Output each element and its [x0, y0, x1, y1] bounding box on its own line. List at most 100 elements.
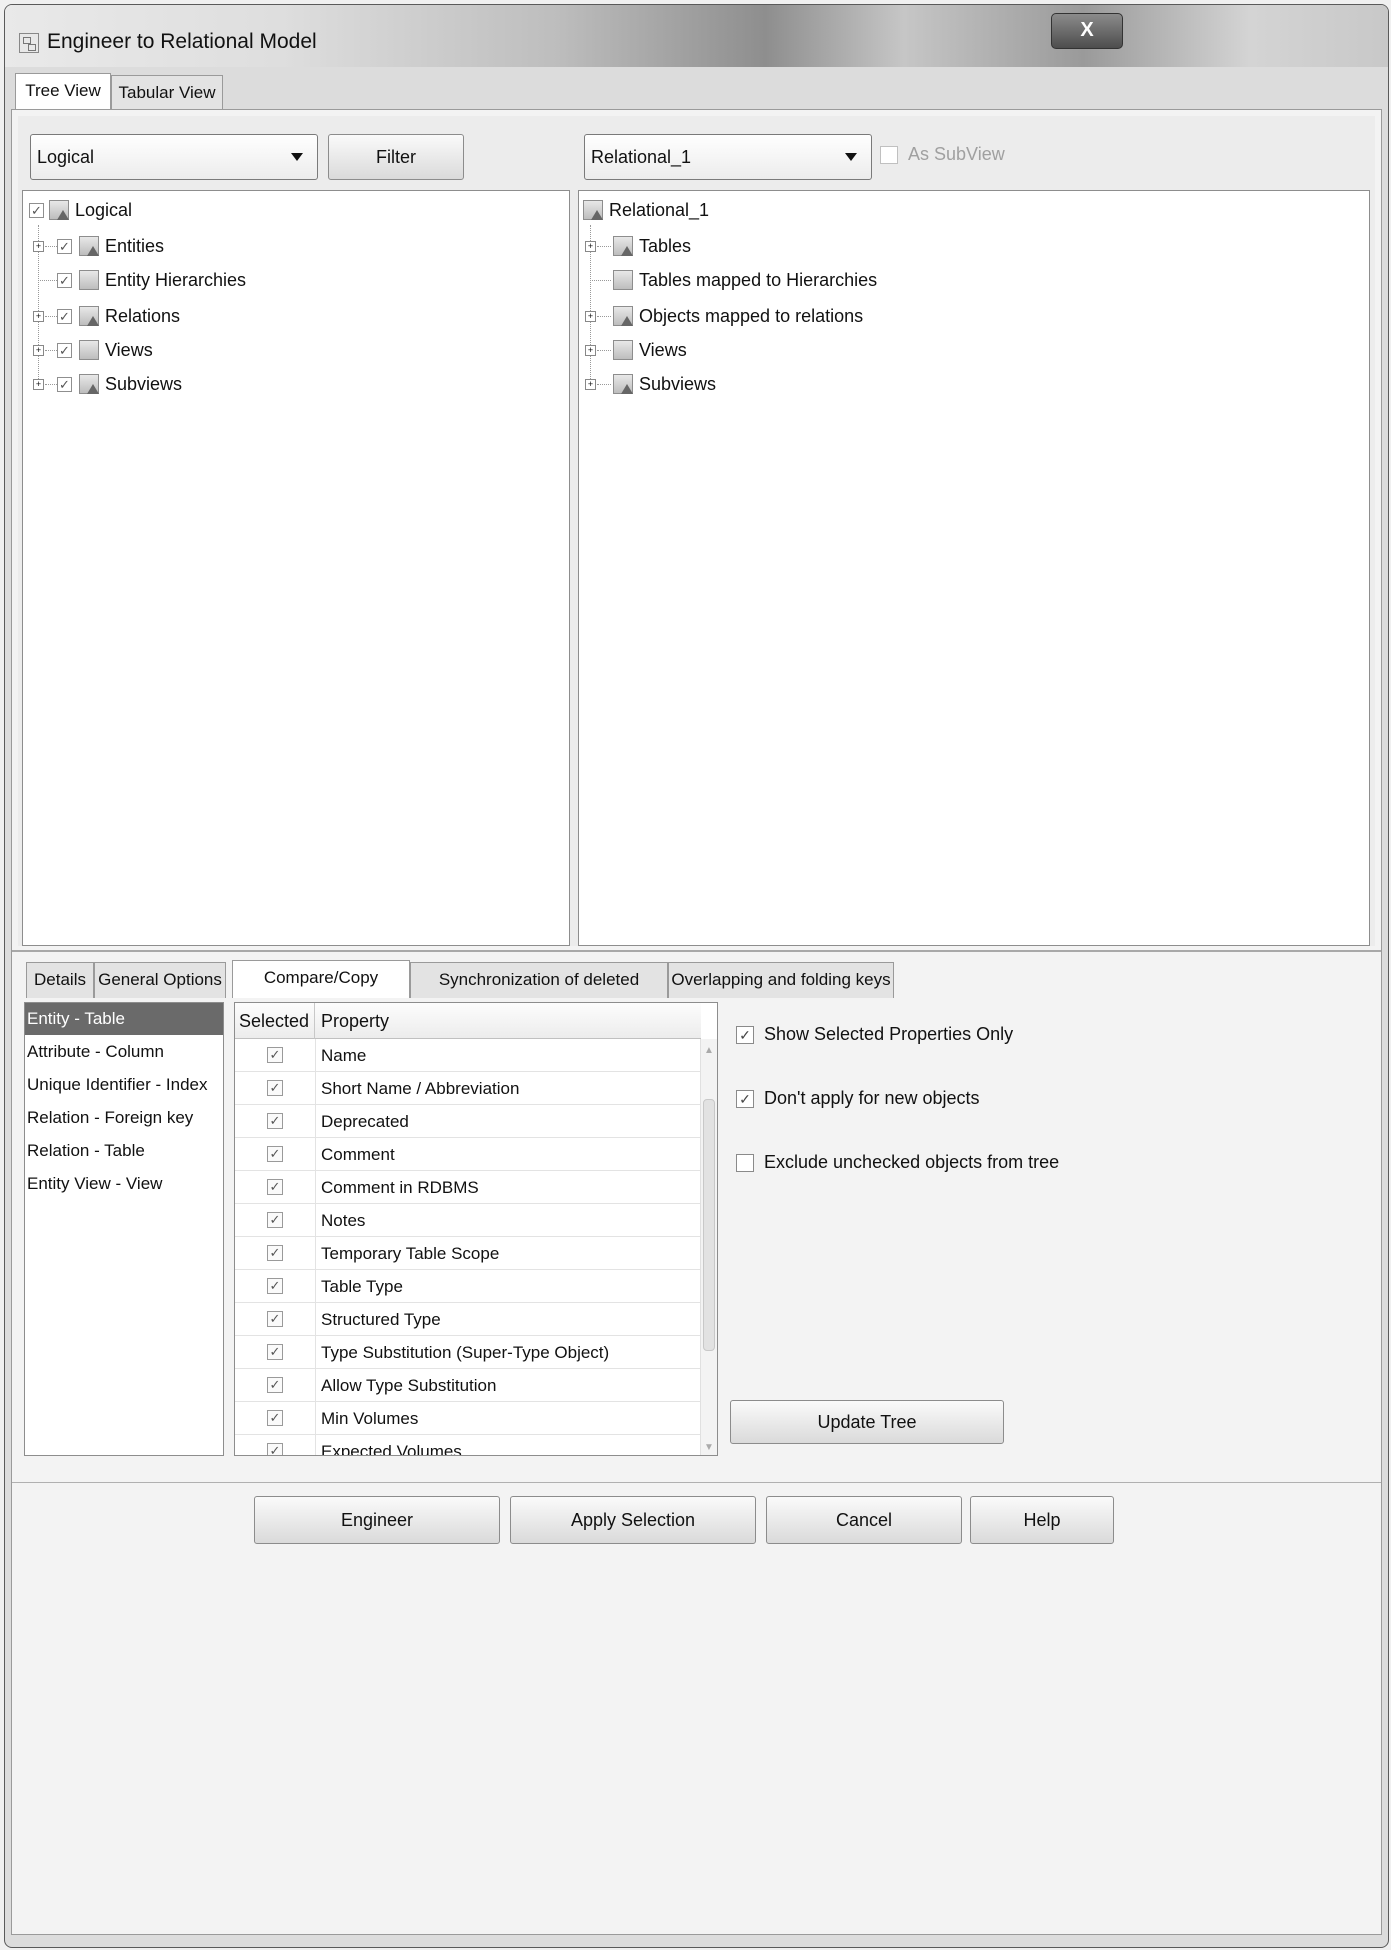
tab-details[interactable]: Details	[26, 962, 94, 998]
table-row[interactable]: ✓ Comment in RDBMS	[235, 1171, 701, 1204]
list-item[interactable]: Entity - Table	[25, 1003, 223, 1035]
column-divider	[315, 1336, 316, 1369]
column-divider	[315, 1171, 316, 1204]
property-cell: Min Volumes	[321, 1409, 419, 1428]
scroll-down-icon[interactable]: ▼	[704, 1442, 714, 1453]
row-selected-checkbox[interactable]: ✓	[267, 1179, 283, 1195]
row-selected-checkbox[interactable]: ✓	[267, 1080, 283, 1096]
table-row[interactable]: ✓ Comment	[235, 1138, 701, 1171]
tree-item-label: Entities	[105, 236, 165, 256]
row-selected-checkbox[interactable]: ✓	[267, 1113, 283, 1129]
column-divider	[315, 1072, 316, 1105]
row-selected-checkbox[interactable]: ✓	[267, 1278, 283, 1294]
expand-icon[interactable]: +	[585, 345, 596, 356]
column-header-selected[interactable]: Selected	[235, 1003, 315, 1039]
row-selected-checkbox[interactable]: ✓	[267, 1146, 283, 1162]
table-row[interactable]: ✓ Temporary Table Scope	[235, 1237, 701, 1270]
expand-icon[interactable]: +	[585, 311, 596, 322]
table-row[interactable]: ✓ Expected Volumes	[235, 1435, 701, 1456]
row-selected-checkbox[interactable]: ✓	[267, 1344, 283, 1360]
scroll-up-icon[interactable]: ▲	[704, 1045, 714, 1056]
expand-icon[interactable]: +	[585, 379, 596, 390]
tree-item-label: Views	[639, 340, 687, 360]
checkbox[interactable]: ✓	[57, 377, 72, 392]
title-bar: Engineer to Relational Model X	[5, 5, 1388, 67]
tab-overlapping-folding-keys[interactable]: Overlapping and folding keys	[668, 962, 894, 998]
tab-tree-view[interactable]: Tree View	[15, 73, 111, 111]
checkbox[interactable]: ✓	[57, 343, 72, 358]
table-row[interactable]: ✓ Structured Type	[235, 1303, 701, 1336]
apply-selection-button[interactable]: Apply Selection	[510, 1496, 756, 1544]
tree-item-label: Tables	[639, 236, 692, 256]
property-cell: Expected Volumes	[321, 1442, 462, 1456]
list-item[interactable]: Relation - Table	[25, 1135, 223, 1167]
checkbox[interactable]	[880, 146, 898, 164]
tree-view-panel: Logical Filter ✓ Logical + ✓ Entities ✓ …	[18, 116, 1375, 946]
table-row[interactable]: ✓ Table Type	[235, 1270, 701, 1303]
row-selected-checkbox[interactable]: ✓	[267, 1377, 283, 1393]
table-row[interactable]: ✓ Type Substitution (Super-Type Object)	[235, 1336, 701, 1369]
tree-item-label: Relations	[105, 306, 181, 326]
row-selected-checkbox[interactable]: ✓	[267, 1443, 283, 1455]
properties-grid: Selected Property ✓ Name ✓ Short Name / Abb…	[234, 1002, 718, 1456]
cancel-button[interactable]: Cancel	[766, 1496, 962, 1544]
row-selected-checkbox[interactable]: ✓	[267, 1410, 283, 1426]
option-label: Exclude unchecked objects from tree	[764, 1152, 1060, 1172]
checkbox[interactable]	[736, 1154, 754, 1172]
splitter[interactable]	[12, 950, 1381, 952]
column-header-property[interactable]: Property	[315, 1003, 701, 1039]
table-row[interactable]: ✓ Allow Type Substitution	[235, 1369, 701, 1402]
checkbox[interactable]: ✓	[736, 1026, 754, 1044]
vertical-scrollbar[interactable]: ▲ ▼	[700, 1039, 717, 1455]
expand-icon[interactable]: +	[585, 241, 596, 252]
checkbox[interactable]: ✓	[736, 1090, 754, 1108]
property-cell: Table Type	[321, 1277, 403, 1296]
expand-icon[interactable]: +	[33, 379, 44, 390]
list-item[interactable]: Unique Identifier - Index	[25, 1069, 223, 1101]
expand-icon[interactable]: +	[33, 241, 44, 252]
column-divider	[315, 1105, 316, 1138]
close-button[interactable]: X	[1051, 13, 1123, 49]
expand-icon[interactable]: +	[33, 311, 44, 322]
tree-item-label: Entity Hierarchies	[105, 270, 247, 290]
table-row[interactable]: ✓ Name	[235, 1039, 701, 1072]
checkbox[interactable]: ✓	[57, 309, 72, 324]
warning-icon	[87, 316, 99, 326]
scrollbar-thumb[interactable]	[703, 1099, 715, 1351]
table-row[interactable]: ✓ Deprecated	[235, 1105, 701, 1138]
checkbox[interactable]: ✓	[57, 273, 72, 288]
relational-tree-pane: Relational_1 + Tables Tables mapped to H…	[578, 190, 1370, 946]
logical-model-combo[interactable]: Logical	[30, 134, 318, 180]
column-divider	[315, 1402, 316, 1435]
relational-model-combo[interactable]: Relational_1	[584, 134, 872, 180]
row-selected-checkbox[interactable]: ✓	[267, 1047, 283, 1063]
update-tree-button[interactable]: Update Tree	[730, 1400, 1004, 1444]
list-item[interactable]: Entity View - View	[25, 1168, 223, 1200]
help-button[interactable]: Help	[970, 1496, 1114, 1544]
compare-copy-panel: Entity - Table Attribute - Column Unique…	[18, 998, 1375, 1718]
property-cell: Allow Type Substitution	[321, 1376, 497, 1395]
column-divider	[315, 1138, 316, 1171]
row-selected-checkbox[interactable]: ✓	[267, 1245, 283, 1261]
table-row[interactable]: ✓ Min Volumes	[235, 1402, 701, 1435]
list-item[interactable]: Relation - Foreign key	[25, 1102, 223, 1134]
row-selected-checkbox[interactable]: ✓	[267, 1311, 283, 1327]
tree-connector	[590, 280, 611, 281]
tab-compare-copy-options[interactable]: Compare/Copy Options	[232, 960, 410, 1021]
table-row[interactable]: ✓ Short Name / Abbreviation	[235, 1072, 701, 1105]
engineer-button[interactable]: Engineer	[254, 1496, 500, 1544]
tab-synchronization-deleted-objects[interactable]: Synchronization of deleted objects	[410, 962, 668, 1023]
expand-icon[interactable]: +	[33, 345, 44, 356]
filter-button[interactable]: Filter	[328, 134, 464, 180]
tab-tabular-view[interactable]: Tabular View	[111, 75, 223, 111]
property-cell: Short Name / Abbreviation	[321, 1079, 520, 1098]
row-selected-checkbox[interactable]: ✓	[267, 1212, 283, 1228]
checkbox[interactable]: ✓	[57, 239, 72, 254]
tab-general-options[interactable]: General Options	[94, 962, 226, 998]
chevron-down-icon	[291, 153, 303, 161]
table-row[interactable]: ✓ Notes	[235, 1204, 701, 1237]
warning-icon	[621, 246, 633, 256]
checkbox[interactable]: ✓	[29, 203, 44, 218]
logical-combo-value: Logical	[37, 147, 95, 167]
list-item[interactable]: Attribute - Column	[25, 1036, 223, 1068]
